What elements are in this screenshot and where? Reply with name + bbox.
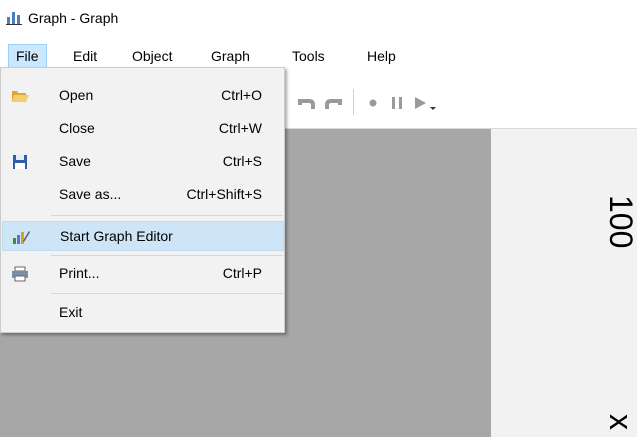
menu-item-label: Open (59, 87, 94, 103)
window-title: Graph - Graph (28, 10, 119, 26)
menu-item-start-graph-editor[interactable]: Start Graph Editor (2, 221, 284, 251)
menu-item-label: Save as... (59, 186, 122, 202)
menu-item-shortcut: Ctrl+S (222, 153, 262, 169)
menu-item-shortcut: Ctrl+P (222, 265, 262, 281)
menu-help[interactable]: Help (360, 44, 403, 68)
graph-canvas-area: 100 x (491, 129, 637, 437)
floppy-disk-icon (13, 155, 27, 169)
menu-separator (51, 255, 283, 256)
menu-item-label: Print... (59, 265, 100, 281)
menu-item-close[interactable]: Close Ctrl+W (2, 114, 284, 144)
menu-item-label: Exit (59, 304, 83, 320)
menu-item-shortcut: Ctrl+Shift+S (186, 186, 262, 202)
menu-item-label: Save (59, 153, 91, 169)
menu-file[interactable]: File (8, 44, 47, 68)
axis-label: x (603, 414, 637, 430)
menu-item-exit[interactable]: Exit (2, 298, 284, 328)
record-icon[interactable] (362, 93, 384, 113)
menu-item-shortcut: Ctrl+O (221, 87, 262, 103)
menu-item-label: Start Graph Editor (60, 228, 173, 244)
menu-item-print[interactable]: Print... Ctrl+P (2, 259, 284, 289)
toolbar (287, 85, 637, 121)
file-menu-dropdown: Open Ctrl+O Close Ctrl+W Save Ctrl+S Sav… (0, 67, 285, 333)
pause-icon[interactable] (386, 93, 408, 113)
menu-item-label: Close (59, 120, 95, 136)
menu-object[interactable]: Object (125, 44, 179, 68)
title-bar: Graph - Graph (0, 0, 637, 38)
toolbar-separator (353, 89, 354, 115)
graph-editor-icon (13, 231, 30, 244)
menu-edit[interactable]: Edit (66, 44, 104, 68)
menu-item-open[interactable]: Open Ctrl+O (2, 81, 284, 111)
axis-tick-label: 100 (603, 195, 637, 249)
undo-icon[interactable] (295, 93, 317, 113)
folder-open-icon (12, 91, 29, 102)
menu-item-save-as[interactable]: Save as... Ctrl+Shift+S (2, 180, 284, 210)
printer-icon (12, 266, 28, 282)
menu-graph[interactable]: Graph (204, 44, 257, 68)
menu-item-save[interactable]: Save Ctrl+S (2, 147, 284, 177)
menu-bar: File Edit Object Graph Tools Help (0, 44, 637, 68)
play-dropdown-icon[interactable] (410, 93, 438, 113)
menu-separator (51, 215, 283, 216)
app-chart-icon (6, 12, 22, 25)
menu-item-shortcut: Ctrl+W (218, 120, 262, 136)
redo-icon[interactable] (323, 93, 345, 113)
menu-separator (51, 293, 283, 294)
menu-tools[interactable]: Tools (285, 44, 332, 68)
